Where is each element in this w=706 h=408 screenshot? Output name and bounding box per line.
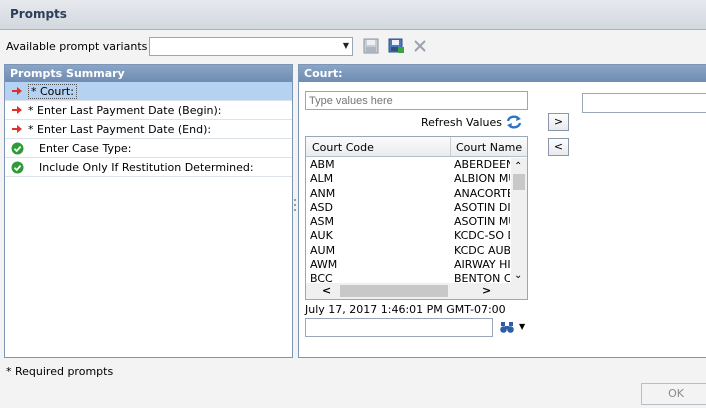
chevron-right-icon[interactable]: >: [482, 284, 491, 297]
list-item[interactable]: AUK KCDC-SO D: [306, 229, 511, 243]
prompt-item-case-type[interactable]: Enter Case Type:: [5, 139, 292, 158]
required-arrow-icon: [10, 103, 24, 117]
prompt-item-label: * Enter Last Payment Date (Begin):: [28, 103, 222, 117]
scroll-thumb[interactable]: [513, 174, 525, 190]
variants-label: Available prompt variants: [6, 40, 148, 53]
refresh-icon: [506, 115, 522, 129]
check-circle-icon: [10, 160, 24, 174]
chevron-down-icon[interactable]: ⌄: [514, 270, 522, 281]
save-icon[interactable]: [363, 38, 379, 54]
list-item[interactable]: AWM AIRWAY HI: [306, 258, 511, 272]
panel-splitter-handle[interactable]: [293, 196, 297, 220]
court-prompt-panel: Court: Refresh Values Court Code Court N…: [298, 64, 706, 358]
search-input[interactable]: [305, 91, 528, 110]
prompt-item-label: * Court:: [28, 83, 77, 99]
refresh-values-button[interactable]: Refresh Values: [421, 115, 522, 129]
list-item[interactable]: ASD ASOTIN DI: [306, 201, 511, 215]
window-title: Prompts: [10, 7, 67, 21]
check-circle-icon: [10, 141, 24, 155]
prompt-item-payment-end[interactable]: * Enter Last Payment Date (End):: [5, 120, 292, 139]
prompt-item-label: Enter Case Type:: [39, 141, 132, 155]
horizontal-scrollbar[interactable]: < >: [306, 283, 527, 299]
court-values-list: Court Code Court Name ABM ABERDEEN ALM ALB…: [305, 136, 528, 300]
prompt-item-payment-begin[interactable]: * Enter Last Payment Date (Begin):: [5, 101, 292, 120]
required-arrow-icon: [10, 122, 24, 136]
chevron-down-icon[interactable]: ▼: [519, 322, 525, 331]
variants-select[interactable]: ▼: [149, 37, 353, 56]
chevron-left-icon[interactable]: <: [322, 284, 331, 297]
ok-button[interactable]: OK: [641, 383, 706, 405]
prompts-summary-panel: Prompts Summary * Court: * Enter Last Pa…: [4, 64, 293, 358]
value-input[interactable]: [305, 318, 493, 337]
list-item[interactable]: ASMASOTIN MU: [306, 215, 511, 229]
column-header-court-code[interactable]: Court Code: [312, 141, 374, 154]
scroll-thumb[interactable]: [340, 285, 448, 297]
list-item[interactable]: ALMALBION MU: [306, 172, 511, 186]
court-prompt-header: Court:: [299, 65, 706, 82]
vertical-scrollbar[interactable]: ⌃ ⌄: [511, 158, 527, 283]
add-value-button[interactable]: >: [548, 113, 569, 131]
chevron-up-icon[interactable]: ⌃: [514, 161, 522, 172]
window-titlebar: Prompts: [0, 0, 706, 30]
chevron-down-icon: ▼: [342, 41, 349, 50]
list-item[interactable]: AUMKCDC AUBU: [306, 244, 511, 258]
prompts-summary-header: Prompts Summary: [5, 65, 292, 82]
selected-values-list[interactable]: [582, 93, 706, 113]
prompt-item-label: * Enter Last Payment Date (End):: [28, 122, 212, 136]
binoculars-icon[interactable]: [500, 320, 514, 334]
prompt-item-label: Include Only If Restitution Determined:: [39, 160, 254, 174]
list-item[interactable]: ANM ANACORTE: [306, 187, 511, 201]
server-timestamp: July 17, 2017 1:46:01 PM GMT-07:00: [305, 303, 506, 316]
list-item[interactable]: ABM ABERDEEN: [306, 158, 511, 172]
court-list-header: Court Code Court Name: [306, 137, 527, 157]
refresh-values-label: Refresh Values: [421, 115, 502, 129]
prompt-item-court[interactable]: * Court:: [5, 82, 292, 101]
column-header-court-name[interactable]: Court Name: [456, 141, 522, 154]
required-prompts-note: * Required prompts: [6, 365, 114, 378]
required-arrow-icon: [10, 84, 24, 98]
prompt-item-restitution[interactable]: Include Only If Restitution Determined:: [5, 158, 292, 177]
delete-icon[interactable]: [412, 38, 428, 54]
save-as-icon[interactable]: [388, 38, 404, 54]
remove-value-button[interactable]: <: [548, 138, 569, 156]
